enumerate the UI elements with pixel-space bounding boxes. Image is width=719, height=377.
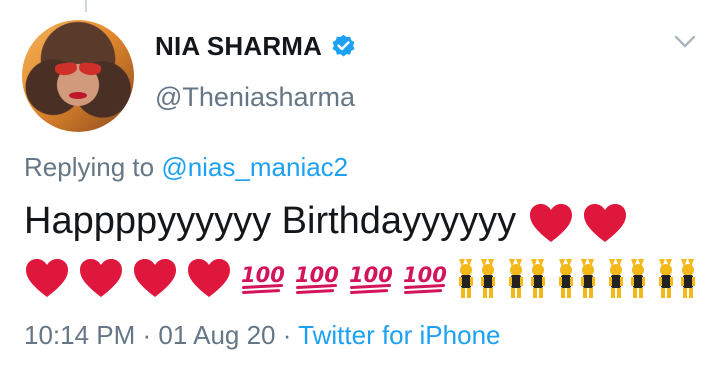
hundred-points-icon: [348, 262, 394, 294]
hundred-points-icon: [240, 262, 286, 294]
people-with-bunny-ears-icon: [556, 255, 600, 301]
emoji-line: [24, 252, 706, 304]
meta-separator: ·: [135, 320, 159, 350]
people-with-bunny-ears-icon: [656, 255, 700, 301]
people-with-bunny-ears-icon: [606, 255, 650, 301]
author-name-row[interactable]: NIA SHARMA: [155, 31, 357, 62]
replying-to-label: Replying to: [24, 152, 162, 182]
author-handle[interactable]: @Theniasharma: [155, 82, 355, 113]
tweet-meta: 10:14 PM · 01 Aug 20 · Twitter for iPhon…: [24, 320, 500, 351]
avatar[interactable]: [22, 20, 134, 132]
tweet-source-link[interactable]: Twitter for iPhone: [298, 320, 500, 350]
hundred-points-icon: [402, 262, 448, 294]
sunglasses-right: [78, 61, 102, 77]
red-heart-icon: [582, 202, 628, 244]
chevron-down-icon[interactable]: [672, 33, 698, 51]
lips: [69, 92, 87, 99]
mention-link[interactable]: @nias_maniac2: [161, 152, 348, 182]
thread-connector: [85, 0, 87, 12]
meta-separator: ·: [275, 320, 299, 350]
replying-to: Replying to @nias_maniac2: [24, 152, 348, 183]
tweet-text: Happppyyyyyy Birthdayyyyyy: [24, 197, 636, 245]
verified-badge-icon: [332, 34, 355, 57]
red-heart-icon: [186, 257, 232, 299]
red-heart-icon: [528, 202, 574, 244]
red-heart-icon: [24, 257, 70, 299]
tweet-time[interactable]: 10:14 PM: [24, 320, 135, 350]
people-with-bunny-ears-icon: [456, 255, 500, 301]
hundred-points-icon: [294, 262, 340, 294]
display-name[interactable]: NIA SHARMA: [155, 31, 322, 62]
tweet-text-content: Happppyyyyyy Birthdayyyyyy: [24, 200, 517, 242]
people-with-bunny-ears-icon: [506, 255, 550, 301]
red-heart-icon: [132, 257, 178, 299]
sunglasses-left: [54, 61, 78, 77]
inline-hearts: [528, 202, 636, 244]
tweet-date[interactable]: 01 Aug 20: [158, 320, 275, 350]
red-heart-icon: [78, 257, 124, 299]
